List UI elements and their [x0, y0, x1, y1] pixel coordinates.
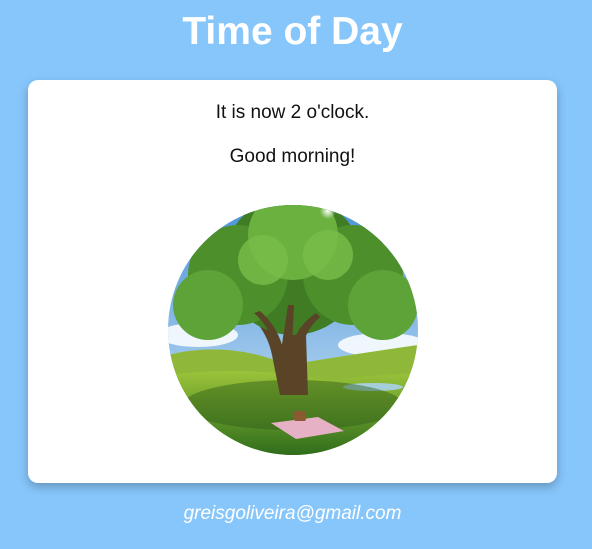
page-title: Time of Day — [182, 10, 403, 53]
tree-scene-image — [168, 205, 418, 455]
greeting-message: Good morning! — [229, 146, 356, 167]
time-message: It is now 2 o'clock. — [215, 102, 370, 123]
footer-email: greisgoliveira@gmail.com — [183, 503, 402, 524]
content-card: It is now 2 o'clock. Good morning! — [28, 80, 557, 483]
